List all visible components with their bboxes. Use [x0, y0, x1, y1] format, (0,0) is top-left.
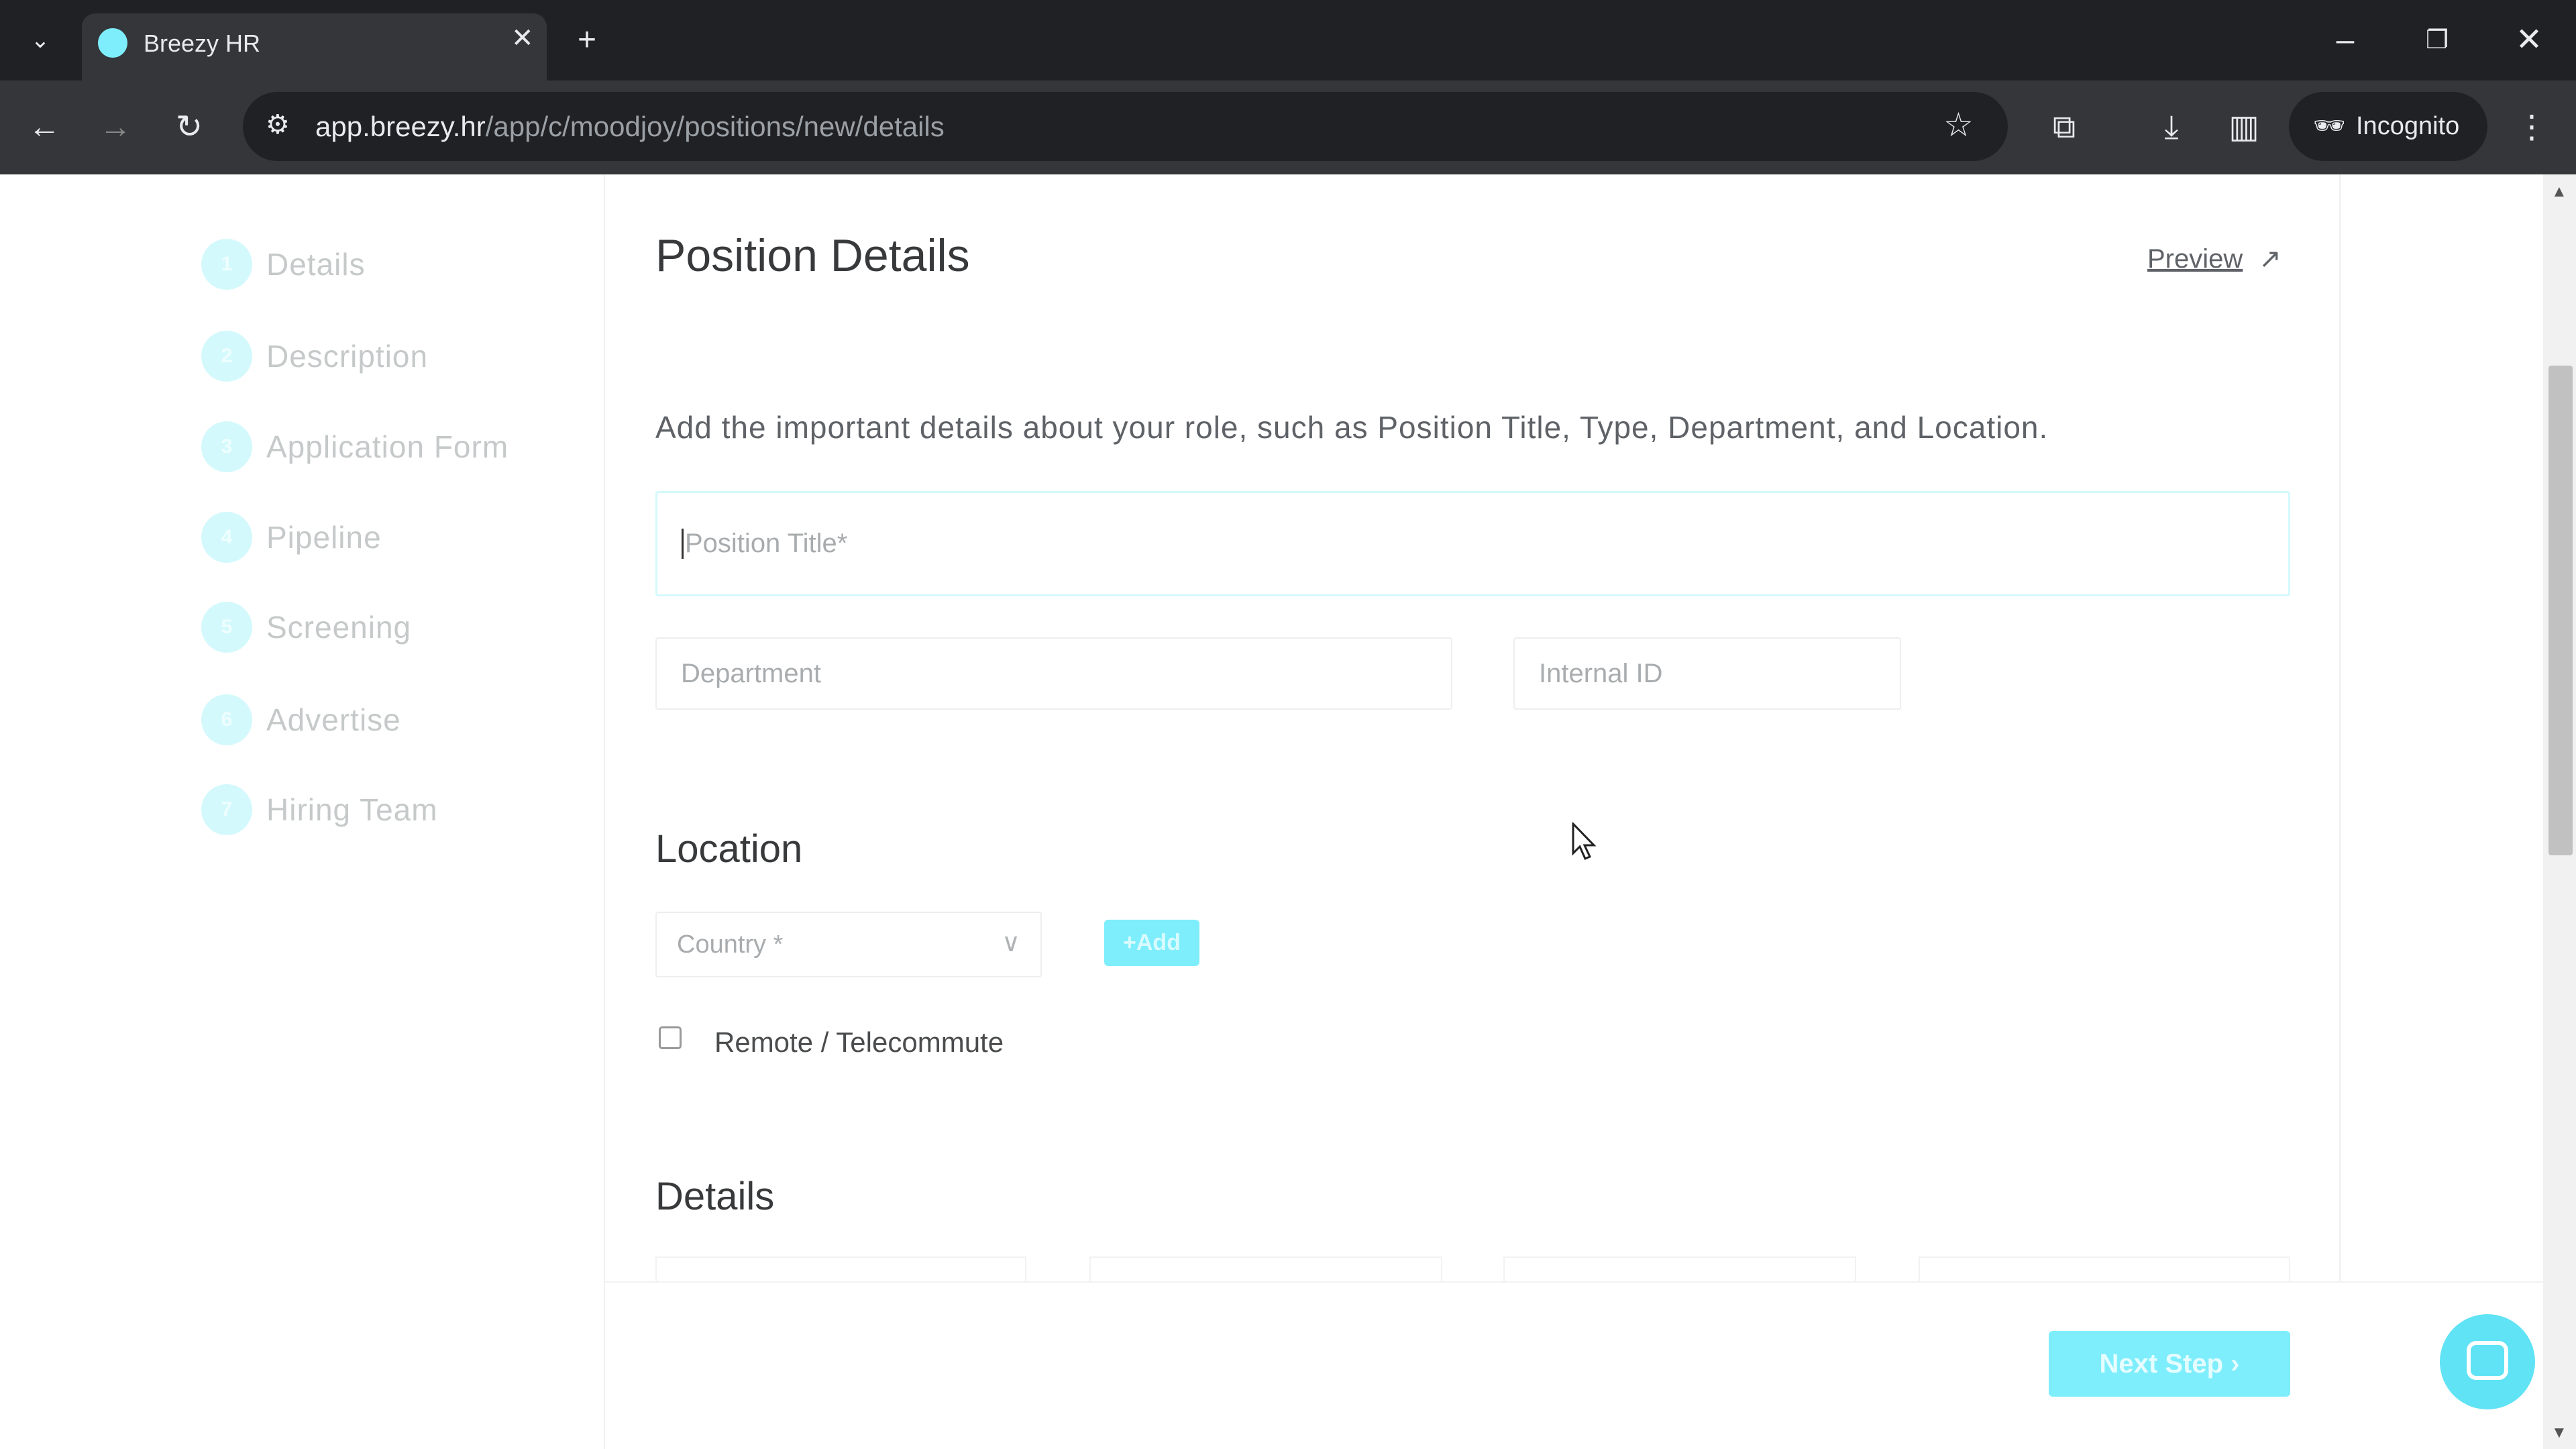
- internal-id-input[interactable]: Internal ID: [1513, 637, 1901, 710]
- download-icon[interactable]: ⤓: [2138, 94, 2205, 161]
- country-select[interactable]: Country * ∨: [655, 912, 1042, 977]
- remote-label[interactable]: Remote / Telecommute: [714, 1026, 1004, 1059]
- step-number: 1: [201, 239, 252, 290]
- step-details[interactable]: 1 Details: [201, 237, 366, 291]
- close-window-icon[interactable]: ✕: [2496, 7, 2563, 74]
- step-application-form[interactable]: 3 Application Form: [201, 420, 508, 474]
- scroll-up-icon[interactable]: ▲: [2551, 182, 2567, 201]
- chat-icon: [2467, 1341, 2508, 1380]
- department-input[interactable]: Department: [655, 637, 1452, 710]
- step-number: 4: [201, 512, 252, 563]
- mouse-cursor-icon: [1572, 822, 1597, 860]
- browser-toolbar: ← → ↻ ⚙ app.breezy.hr/app/c/moodjoy/posi…: [0, 80, 2576, 174]
- placeholder: Position Title*: [682, 529, 847, 559]
- step-label: Details: [266, 247, 366, 282]
- remote-checkbox[interactable]: [659, 1026, 682, 1049]
- step-number: 3: [201, 421, 252, 472]
- step-number: 2: [201, 331, 252, 382]
- extensions-icon[interactable]: ⧉: [2031, 94, 2098, 161]
- browser-tab-bar: ⌄ Breezy HR ✕ + – ❐ ✕: [0, 0, 2576, 80]
- incognito-icon: 🕶: [2313, 112, 2346, 140]
- details-field[interactable]: [1503, 1256, 1856, 1283]
- tab-list-chevron-icon[interactable]: ⌄: [7, 7, 74, 74]
- incognito-badge[interactable]: 🕶 Incognito: [2289, 92, 2487, 161]
- step-label: Description: [266, 339, 429, 374]
- scroll-down-icon[interactable]: ▼: [2551, 1424, 2567, 1442]
- url-text: app.breezy.hr/app/c/moodjoy/positions/ne…: [315, 111, 945, 142]
- divider: [2339, 174, 2341, 1281]
- step-number: 5: [201, 602, 252, 653]
- placeholder: Country *: [677, 930, 784, 959]
- address-bar[interactable]: ⚙ app.breezy.hr/app/c/moodjoy/positions/…: [243, 92, 2008, 161]
- site-settings-icon[interactable]: ⚙: [266, 109, 290, 140]
- reload-icon[interactable]: ↻: [156, 94, 223, 161]
- chevron-right-icon: ›: [2231, 1349, 2240, 1379]
- scrollbar-thumb[interactable]: [2548, 366, 2573, 855]
- step-label: Application Form: [266, 429, 509, 464]
- side-panel-icon[interactable]: ▥: [2210, 94, 2277, 161]
- next-step-button[interactable]: Next Step ›: [2049, 1331, 2290, 1397]
- page-title: Position Details: [655, 230, 970, 281]
- step-label: Hiring Team: [266, 792, 438, 827]
- add-location-button[interactable]: +Add: [1104, 920, 1199, 966]
- details-field[interactable]: [1919, 1256, 2290, 1283]
- step-label: Pipeline: [266, 520, 382, 555]
- new-tab-icon[interactable]: +: [553, 7, 621, 74]
- favicon-icon: [98, 28, 127, 58]
- forward-icon[interactable]: →: [82, 94, 149, 161]
- menu-kebab-icon[interactable]: ⋮: [2498, 94, 2565, 161]
- step-hiring-team[interactable]: 7 Hiring Team: [201, 783, 438, 837]
- details-field[interactable]: [655, 1256, 1026, 1283]
- browser-tab[interactable]: Breezy HR ✕: [82, 13, 547, 80]
- restore-icon[interactable]: ❐: [2404, 7, 2471, 74]
- step-pipeline[interactable]: 4 Pipeline: [201, 511, 382, 564]
- step-description[interactable]: 2 Description: [201, 329, 428, 383]
- step-number: 7: [201, 784, 252, 835]
- step-label: Advertise: [266, 702, 401, 737]
- step-number: 6: [201, 694, 252, 745]
- step-screening[interactable]: 5 Screening: [201, 600, 411, 654]
- back-icon[interactable]: ←: [11, 94, 78, 161]
- section-description: Add the important details about your rol…: [655, 410, 2049, 445]
- scrollbar[interactable]: ▲ ▼: [2543, 174, 2576, 1449]
- divider: [604, 174, 605, 1449]
- placeholder: Department: [681, 658, 821, 688]
- location-heading: Location: [655, 827, 803, 871]
- external-link-icon: ↗: [2259, 244, 2282, 274]
- details-heading: Details: [655, 1175, 775, 1218]
- preview-link[interactable]: Preview ↗: [2147, 244, 2282, 274]
- tab-title: Breezy HR: [144, 30, 261, 57]
- position-title-input[interactable]: Position Title*: [655, 491, 2290, 596]
- close-tab-icon[interactable]: ✕: [511, 23, 534, 54]
- step-advertise[interactable]: 6 Advertise: [201, 693, 401, 747]
- placeholder: Internal ID: [1539, 658, 1663, 688]
- details-field[interactable]: [1089, 1256, 1442, 1283]
- step-label: Screening: [266, 610, 412, 645]
- minimize-icon[interactable]: –: [2312, 7, 2379, 74]
- incognito-label: Incognito: [2356, 112, 2460, 140]
- chevron-down-icon: ∨: [1002, 929, 1020, 957]
- bookmark-star-icon[interactable]: ☆: [1943, 105, 1974, 144]
- chat-launcher-button[interactable]: [2440, 1314, 2535, 1409]
